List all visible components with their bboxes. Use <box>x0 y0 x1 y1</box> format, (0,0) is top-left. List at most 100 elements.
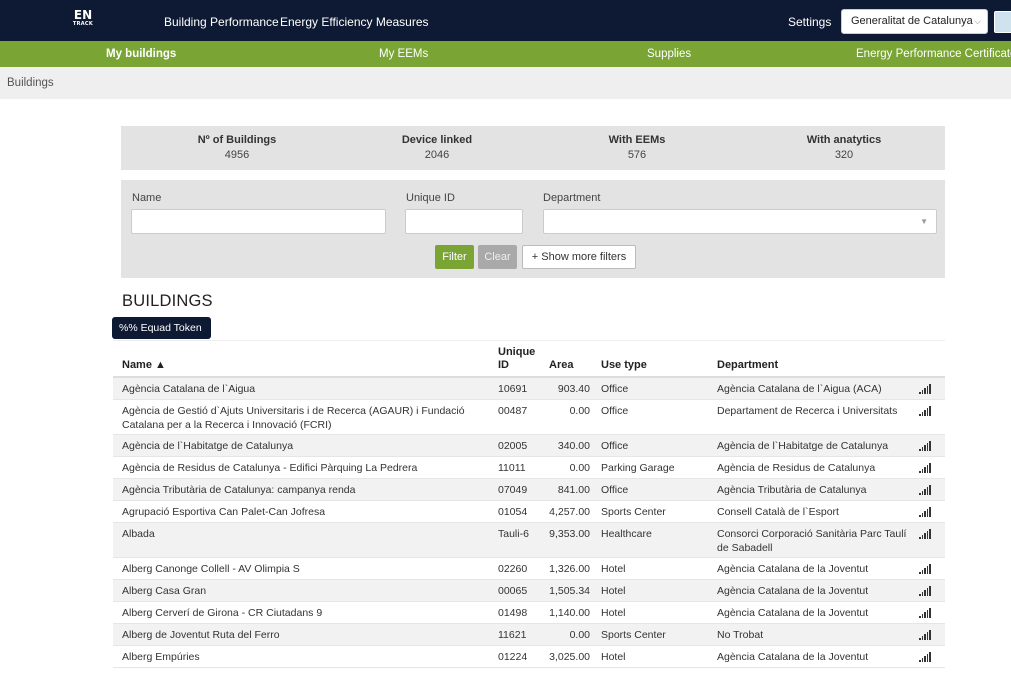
filter-button[interactable]: Filter <box>435 245 474 269</box>
building-name-cell: Alberg Cerverí de Girona - CR Ciutadans … <box>122 607 323 619</box>
table-row[interactable]: Alberg Empúries 01224 3,025.00 Hotel Agència… <box>113 646 945 668</box>
sub-navbar: My buildings My EEMs Supplies Energy Per… <box>0 41 1011 67</box>
top-navbar: EN TRACK Building Performance Energy Eff… <box>0 0 1011 41</box>
department-select[interactable]: ▼ <box>543 209 937 234</box>
department-cell: Agència Catalana de l`Aigua (ACA) <box>717 383 882 395</box>
area-cell: 1,140.00 <box>549 607 590 619</box>
signal-bars-icon[interactable] <box>919 586 933 596</box>
stat-buildings: Nº of Buildings 4956 <box>137 134 337 161</box>
use-type-cell: Hotel <box>601 585 626 597</box>
area-cell: 841.00 <box>557 484 590 496</box>
settings-link[interactable]: Settings <box>788 15 831 29</box>
use-type-cell: Hotel <box>601 607 626 619</box>
avatar[interactable] <box>994 11 1011 33</box>
department-cell: Agència de l`Habitatge de Catalunya <box>717 440 889 452</box>
nav-building-performance[interactable]: Building Performance <box>164 15 279 29</box>
table-row[interactable]: Alberg Casa Gran 00065 1,505.34 Hotel Agènci… <box>113 580 945 602</box>
tab-supplies[interactable]: Supplies <box>647 48 691 60</box>
table-row[interactable]: Agència Catalana de l`Aigua 10691 903.40 Of… <box>113 378 945 400</box>
table-body: Agència Catalana de l`Aigua 10691 903.40 Of… <box>113 378 945 668</box>
area-cell: 9,353.00 <box>549 528 590 540</box>
tab-my-eems[interactable]: My EEMs <box>379 48 428 60</box>
table-row[interactable]: Agència de Gestió d`Ajuts Universitaris … <box>113 400 945 435</box>
department-cell: Departament de Recerca i Universitats <box>717 405 898 417</box>
area-cell: 0.00 <box>569 405 590 417</box>
breadcrumb: Buildings <box>7 77 54 89</box>
signal-bars-icon[interactable] <box>919 652 933 662</box>
area-cell: 1,326.00 <box>549 563 590 575</box>
logo-text: EN <box>73 8 93 22</box>
stat-value: 2046 <box>424 149 450 161</box>
unique-id-filter-label: Unique ID <box>406 192 455 204</box>
organization-select-value: Generalitat de Catalunya <box>851 15 973 27</box>
column-header-name[interactable]: Name ▲ <box>122 359 166 372</box>
column-header-area[interactable]: Area <box>549 359 573 372</box>
app-logo[interactable]: EN TRACK <box>72 8 94 32</box>
signal-bars-icon[interactable] <box>919 485 933 495</box>
use-type-cell: Hotel <box>601 651 626 663</box>
signal-bars-icon[interactable] <box>919 608 933 618</box>
table-row[interactable]: Albada Tauli-6 9,353.00 Healthcare Consorci … <box>113 523 945 558</box>
building-name-cell: Alberg de Joventut Ruta del Ferro <box>122 629 280 641</box>
stat-value: 576 <box>627 149 647 161</box>
name-filter-input[interactable] <box>131 209 386 234</box>
table-row[interactable]: Alberg Cerverí de Girona - CR Ciutadans … <box>113 602 945 624</box>
column-header-unique-id[interactable]: Unique ID <box>498 346 538 372</box>
equad-token-button[interactable]: %% Equad Token <box>112 317 211 339</box>
clear-button[interactable]: Clear <box>478 245 517 269</box>
stat-label: With EEMs <box>608 134 666 146</box>
nav-energy-efficiency-measures[interactable]: Energy Efficiency Measures <box>280 15 429 29</box>
use-type-cell: Office <box>601 383 629 395</box>
stat-value: 4956 <box>224 149 250 161</box>
signal-bars-icon[interactable] <box>919 564 933 574</box>
department-cell: Agència Catalana de la Joventut <box>717 585 869 597</box>
building-name-cell: Alberg Casa Gran <box>122 585 207 597</box>
department-filter-label: Department <box>543 192 601 204</box>
building-name-cell: Alberg Empúries <box>122 651 200 663</box>
area-cell: 0.00 <box>569 629 590 641</box>
signal-bars-icon[interactable] <box>919 406 933 416</box>
table-row[interactable]: Alberg de Joventut Ruta del Ferro 11621 0.… <box>113 624 945 646</box>
signal-bars-icon[interactable] <box>919 441 933 451</box>
building-name-cell: Alberg Canonge Collell - AV Olimpia S <box>122 563 300 575</box>
table-row[interactable]: Agrupació Esportiva Can Palet-Can Jofres… <box>113 501 945 523</box>
unique-id-filter-input[interactable] <box>405 209 523 234</box>
table-row[interactable]: Agència de Residus de Catalunya - Edific… <box>113 457 945 479</box>
stat-with-analytics: With anatytics 320 <box>744 134 944 161</box>
use-type-cell: Sports Center <box>601 506 666 518</box>
department-cell: No Trobat <box>717 629 764 641</box>
stat-label: With anatytics <box>806 134 882 146</box>
department-cell: Agència de Residus de Catalunya <box>717 462 876 474</box>
building-name-cell: Agència Tributària de Catalunya: campany… <box>122 484 356 496</box>
stat-device-linked: Device linked 2046 <box>337 134 537 161</box>
building-name-cell: Agència de Gestió d`Ajuts Universitaris … <box>122 405 465 431</box>
column-header-department[interactable]: Department <box>717 359 778 372</box>
signal-bars-icon[interactable] <box>919 507 933 517</box>
signal-bars-icon[interactable] <box>919 463 933 473</box>
table-row[interactable]: Agència de l`Habitatge de Catalunya 02005… <box>113 435 945 457</box>
department-cell: Agència Catalana de la Joventut <box>717 607 869 619</box>
stat-label: Device linked <box>401 134 473 146</box>
area-cell: 903.40 <box>557 383 590 395</box>
use-type-cell: Office <box>601 484 629 496</box>
building-name-cell: Agència de l`Habitatge de Catalunya <box>122 440 294 452</box>
chevron-down-icon: ▼ <box>920 217 928 226</box>
tab-energy-performance-certificate[interactable]: Energy Performance Certificate <box>856 48 1011 60</box>
use-type-cell: Sports Center <box>601 629 666 641</box>
name-filter-label: Name <box>132 192 162 204</box>
signal-bars-icon[interactable] <box>919 384 933 394</box>
use-type-cell: Healthcare <box>601 528 652 540</box>
table-row[interactable]: Alberg Canonge Collell - AV Olimpia S 022… <box>113 558 945 580</box>
signal-bars-icon[interactable] <box>919 529 933 539</box>
use-type-cell: Hotel <box>601 563 626 575</box>
column-header-use-type[interactable]: Use type <box>601 359 647 372</box>
table-header: Name ▲ Unique ID Area Use type Departmen… <box>113 340 945 378</box>
table-row[interactable]: Agència Tributària de Catalunya: campany… <box>113 479 945 501</box>
building-name-cell: Agència Catalana de l`Aigua <box>122 383 256 395</box>
show-more-filters-button[interactable]: + Show more filters <box>522 245 636 269</box>
signal-bars-icon[interactable] <box>919 630 933 640</box>
organization-select[interactable]: Generalitat de Catalunya ⌵ <box>841 9 988 34</box>
building-name-cell: Agrupació Esportiva Can Palet-Can Jofres… <box>122 506 326 518</box>
area-cell: 4,257.00 <box>549 506 590 518</box>
tab-my-buildings[interactable]: My buildings <box>106 48 176 60</box>
